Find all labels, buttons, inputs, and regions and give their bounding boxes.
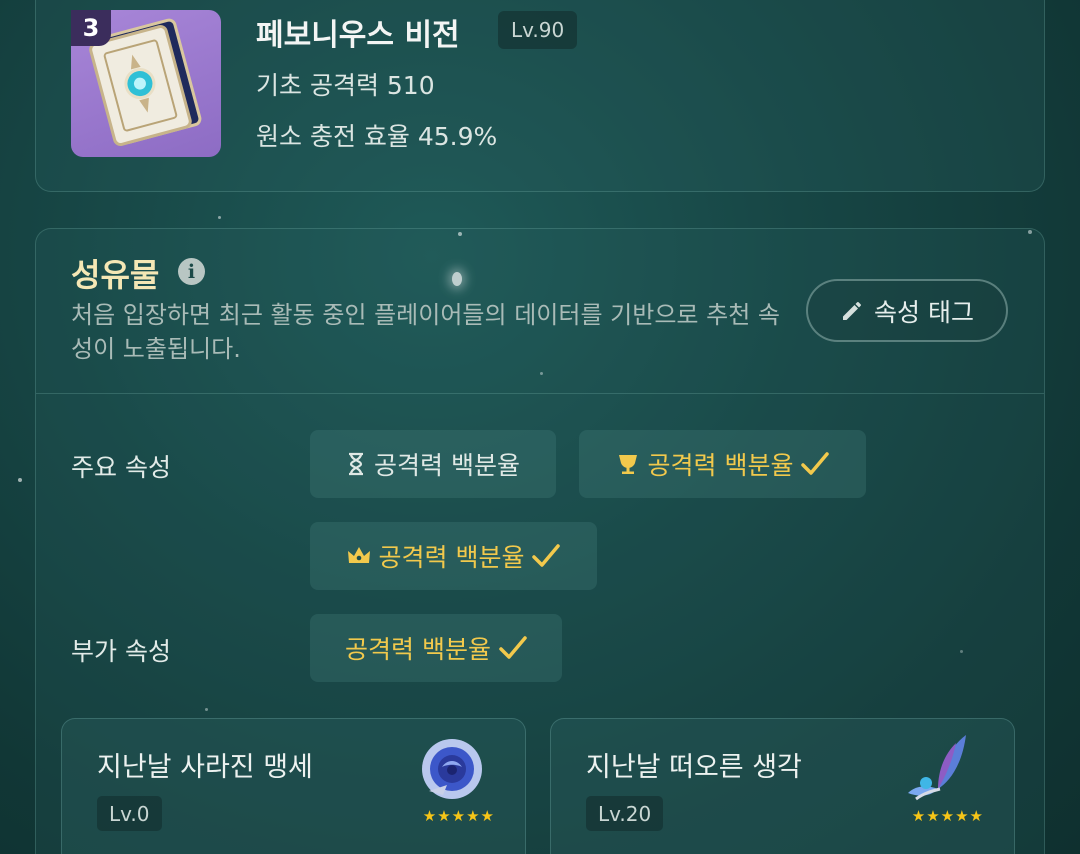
artifact-card[interactable]: 지난날 떠오른 생각 Lv.20 ★★★★★	[550, 718, 1015, 854]
artifact-name: 지난날 사라진 맹세	[97, 752, 313, 783]
rarity-stars: ★★★★★	[911, 807, 984, 825]
sub-stat-chip[interactable]: 공격력 백분율	[310, 614, 562, 682]
sub-stat-label: 부가 속성	[71, 637, 171, 666]
check-icon	[801, 451, 830, 477]
sparkle-decoration	[18, 478, 22, 482]
weapon-name: 페보니우스 비전	[256, 18, 460, 53]
info-icon[interactable]: i	[178, 258, 205, 285]
refinement-badge: 3	[71, 10, 111, 46]
hourglass-icon	[346, 452, 366, 476]
sub-stat-chip-label: 공격력 백분율	[345, 635, 491, 664]
blue-rose-icon	[422, 739, 482, 799]
artifact-name: 지난날 떠오른 생각	[586, 752, 802, 783]
main-stat-chip-label: 공격력 백분율	[378, 543, 525, 572]
sparkle-decoration	[218, 216, 221, 219]
main-stat-chip-goblet[interactable]: 공격력 백분율	[579, 430, 866, 498]
weapon-base-atk: 기초 공격력 510	[256, 71, 435, 100]
goblet-icon	[616, 452, 640, 476]
artifact-level-badge: Lv.20	[586, 796, 664, 831]
artifact-description: 처음 입장하면 최근 활동 중인 플레이어들의 데이터를 기반으로 추천 속성이…	[71, 301, 780, 363]
main-stat-chip-sands[interactable]: 공격력 백분율	[310, 430, 556, 498]
rarity-stars: ★★★★★	[422, 807, 495, 825]
check-icon	[499, 635, 527, 661]
main-stat-chip-label: 공격력 백분율	[647, 451, 794, 480]
artifact-level-badge: Lv.0	[97, 796, 162, 831]
crown-icon	[347, 545, 371, 567]
artifact-card[interactable]: 지난날 사라진 맹세 Lv.0 ★★★★★	[61, 718, 526, 854]
pencil-icon	[843, 301, 862, 320]
weapon-level-badge: Lv.90	[498, 11, 578, 49]
main-stat-label: 주요 속성	[71, 453, 171, 482]
stat-tag-label: 속성 태그	[874, 297, 974, 327]
weapon-substat: 원소 충전 효율 45.9%	[256, 122, 498, 151]
section-divider	[36, 393, 1044, 394]
butterfly-wing-icon	[908, 735, 966, 801]
stat-tag-button[interactable]: 속성 태그	[806, 279, 1008, 342]
main-stat-chip-circlet[interactable]: 공격력 백분율	[310, 522, 597, 590]
check-icon	[532, 543, 561, 569]
main-stat-chip-label: 공격력 백분율	[374, 451, 520, 480]
artifact-section-title: 성유물	[71, 256, 160, 294]
